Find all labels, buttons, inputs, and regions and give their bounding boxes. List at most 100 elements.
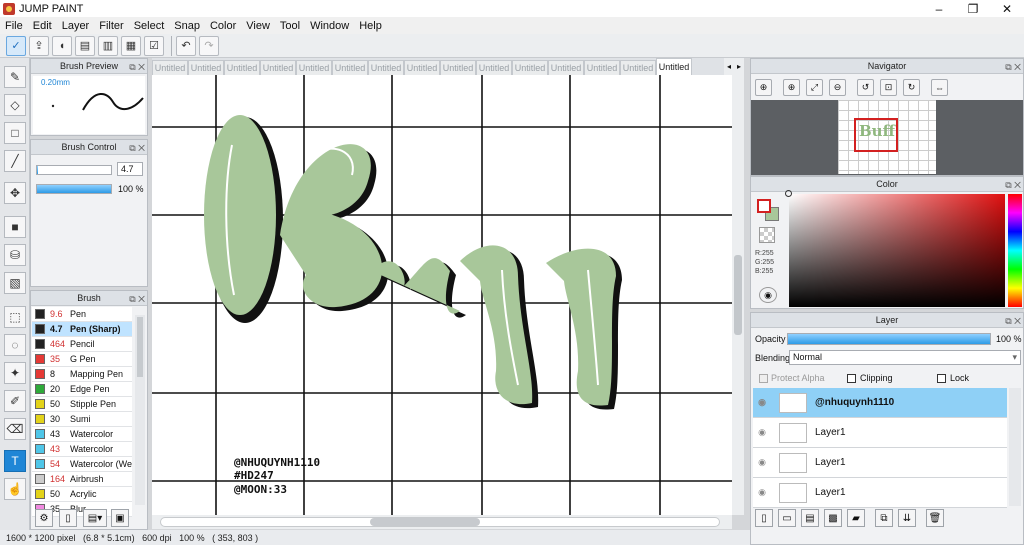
brush-list-item[interactable]: 9.6 Pen — [32, 307, 132, 322]
magic-wand-tool-icon[interactable]: ✦ — [4, 362, 26, 384]
menu-edit[interactable]: Edit — [28, 20, 57, 32]
shape-tool-icon[interactable]: □ — [4, 122, 26, 144]
document-tab[interactable]: Untitled — [404, 60, 440, 75]
panel-controls[interactable]: ⧉ ✕ — [1005, 60, 1021, 75]
visibility-eye-icon[interactable]: ◉ — [753, 487, 771, 498]
select-rect-tool-icon[interactable]: ⬚ — [4, 306, 26, 328]
menu-file[interactable]: File — [0, 20, 28, 32]
menu-help[interactable]: Help — [354, 20, 387, 32]
document-tab[interactable]: Untitled — [224, 60, 260, 75]
select-pen-tool-icon[interactable]: ✐ — [4, 390, 26, 412]
panel-controls[interactable]: ⧉ ✕ — [129, 292, 145, 307]
rotate-left-icon[interactable]: ↺ — [857, 79, 874, 96]
new-layer-icon[interactable]: ▯ — [755, 509, 773, 527]
maximize-button[interactable]: ❐ — [956, 0, 990, 17]
fill-rect-tool-icon[interactable]: ■ — [4, 216, 26, 238]
canvas-vertical-scrollbar[interactable] — [732, 75, 744, 515]
document-tab[interactable]: Untitled — [440, 60, 476, 75]
folder-icon[interactable]: ▰ — [847, 509, 865, 527]
document-tab[interactable]: Untitled — [476, 60, 512, 75]
document-tab[interactable]: Untitled — [548, 60, 584, 75]
zoom-fit-icon[interactable]: ⊕ — [755, 79, 772, 96]
layer-row[interactable]: ◉ Layer1 — [753, 478, 1007, 508]
visibility-eye-icon[interactable]: ◉ — [753, 457, 771, 468]
menu-snap[interactable]: Snap — [169, 20, 205, 32]
tab-scroll-left-icon[interactable]: ◂ — [724, 58, 734, 75]
menu-filter[interactable]: Filter — [94, 20, 128, 32]
flip-icon[interactable]: ⇔ — [931, 79, 948, 96]
redo-icon[interactable]: ↷ — [199, 35, 219, 56]
brush-list-item[interactable]: 43 Watercolor — [32, 427, 132, 442]
panel-controls[interactable]: ⧉ ✕ — [1005, 314, 1021, 329]
duplicate-layer-icon[interactable]: ▤ — [801, 509, 819, 527]
menu-color[interactable]: Color — [205, 20, 241, 32]
color-wheel-icon[interactable]: ◉ — [759, 287, 777, 303]
brush-tool-icon[interactable]: ✎ — [4, 66, 26, 88]
share-icon[interactable]: ⇪ — [29, 35, 49, 56]
visibility-eye-icon[interactable]: ◉ — [753, 427, 771, 438]
lock-checkbox[interactable] — [937, 374, 946, 383]
document-tab[interactable]: Untitled — [188, 60, 224, 75]
page-list-icon[interactable]: ▦ — [121, 35, 141, 56]
comment-icon[interactable]: ◖ — [52, 35, 72, 56]
menu-window[interactable]: Window — [305, 20, 354, 32]
eraser-tool-icon[interactable]: ◇ — [4, 94, 26, 116]
minimize-button[interactable]: – — [922, 0, 956, 17]
document-tab[interactable]: Untitled — [332, 60, 368, 75]
document-tab[interactable]: Untitled — [152, 60, 188, 75]
move-tool-icon[interactable]: ✥ — [4, 182, 26, 204]
hand-tool-icon[interactable]: ☝ — [4, 478, 26, 500]
brush-list-item[interactable]: 43 Watercolor — [32, 442, 132, 457]
line-tool-icon[interactable]: ╱ — [4, 150, 26, 172]
brush-list-item[interactable]: 30 Sumi — [32, 412, 132, 427]
brush-list-item[interactable]: 35 G Pen — [32, 352, 132, 367]
rotate-right-icon[interactable]: ↻ — [903, 79, 920, 96]
brush-size-slider[interactable] — [36, 165, 112, 175]
message-icon[interactable]: ▤ — [75, 35, 95, 56]
brush-list-item[interactable]: 20 Edge Pen — [32, 382, 132, 397]
new-brush-icon[interactable]: ▯ — [59, 509, 77, 527]
brush-menu-icon[interactable]: ▤▾ — [83, 509, 107, 527]
select-eraser-tool-icon[interactable]: ⌫ — [4, 418, 26, 440]
document-tab[interactable]: Untitled — [656, 58, 692, 75]
reset-view-icon[interactable]: ⊡ — [880, 79, 897, 96]
canvas-horizontal-scrollbar[interactable] — [152, 515, 732, 529]
document-tab[interactable]: Untitled — [620, 60, 656, 75]
bucket-tool-icon[interactable]: ⛁ — [4, 244, 26, 266]
navigator-viewport[interactable]: Buff — [854, 118, 898, 152]
copy-layer-icon[interactable]: ⧉ — [875, 509, 893, 527]
menu-layer[interactable]: Layer — [57, 20, 95, 32]
color-saturation-field[interactable] — [785, 190, 1005, 307]
brush-list-item[interactable]: 8 Mapping Pen — [32, 367, 132, 382]
navigator-thumbnail[interactable]: Buff — [838, 100, 936, 174]
hue-slider[interactable] — [1008, 194, 1022, 307]
document-tab[interactable]: Untitled — [512, 60, 548, 75]
layer-row[interactable]: ◉ Layer1 — [753, 448, 1007, 478]
menu-tool[interactable]: Tool — [275, 20, 305, 32]
brush-list-scrollbar[interactable] — [135, 315, 145, 505]
drawing-canvas[interactable]: @NHUQUYNH1110 #HD247 @MOON:33 — [152, 75, 732, 515]
undo-icon[interactable]: ↶ — [176, 35, 196, 56]
brush-settings-icon[interactable]: ⚙ — [35, 509, 53, 527]
merge-layer-icon[interactable]: ⇊ — [898, 509, 916, 527]
screentone-layer-icon[interactable]: ▩ — [824, 509, 842, 527]
visibility-eye-icon[interactable]: ◉ — [753, 397, 771, 408]
blending-select[interactable]: Normal ▾ — [789, 350, 1021, 365]
new-folder-layer-icon[interactable]: ▭ — [778, 509, 796, 527]
document-tab[interactable]: Untitled — [584, 60, 620, 75]
layer-row[interactable]: ◉ @nhuquynh1110 — [753, 388, 1007, 418]
brush-list-item[interactable]: 54 Watercolor (We — [32, 457, 132, 472]
panel-controls[interactable]: ⧉ ✕ — [129, 60, 145, 75]
zoom-out-icon[interactable]: ⊖ — [829, 79, 846, 96]
document-icon[interactable]: ▥ — [98, 35, 118, 56]
brush-opacity-slider[interactable] — [36, 184, 112, 194]
brush-size-input[interactable]: 4.7 — [117, 162, 143, 176]
layer-list-scrollbar[interactable] — [1009, 388, 1021, 506]
menu-view[interactable]: View — [241, 20, 275, 32]
document-tab[interactable]: Untitled — [368, 60, 404, 75]
document-tab[interactable]: Untitled — [296, 60, 332, 75]
gradient-tool-icon[interactable]: ▧ — [4, 272, 26, 294]
panel-controls[interactable]: ⧉ ✕ — [1005, 178, 1021, 193]
brush-list-item[interactable]: 50 Stipple Pen — [32, 397, 132, 412]
brush-list-item[interactable]: 464 Pencil — [32, 337, 132, 352]
